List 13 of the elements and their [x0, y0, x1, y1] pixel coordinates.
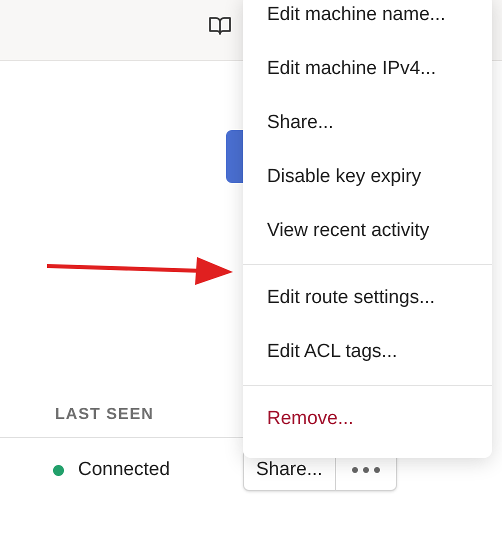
arrow-icon: [45, 254, 235, 288]
menu-item[interactable]: Share...: [243, 96, 492, 150]
menu-item[interactable]: Disable key expiry: [243, 150, 492, 204]
more-icon: [350, 466, 381, 474]
menu-item[interactable]: Edit machine name...: [243, 0, 492, 42]
status-text: Connected: [78, 458, 170, 482]
menu-item[interactable]: View recent activity: [243, 204, 492, 258]
column-header: LAST SEEN: [55, 405, 154, 425]
menu-item[interactable]: Edit route settings...: [243, 271, 492, 325]
menu-item[interactable]: Edit machine IPv4...: [243, 42, 492, 96]
book-icon[interactable]: [209, 16, 231, 36]
menu-item[interactable]: Edit ACL tags...: [243, 325, 492, 379]
menu-item[interactable]: Remove...: [243, 392, 492, 446]
